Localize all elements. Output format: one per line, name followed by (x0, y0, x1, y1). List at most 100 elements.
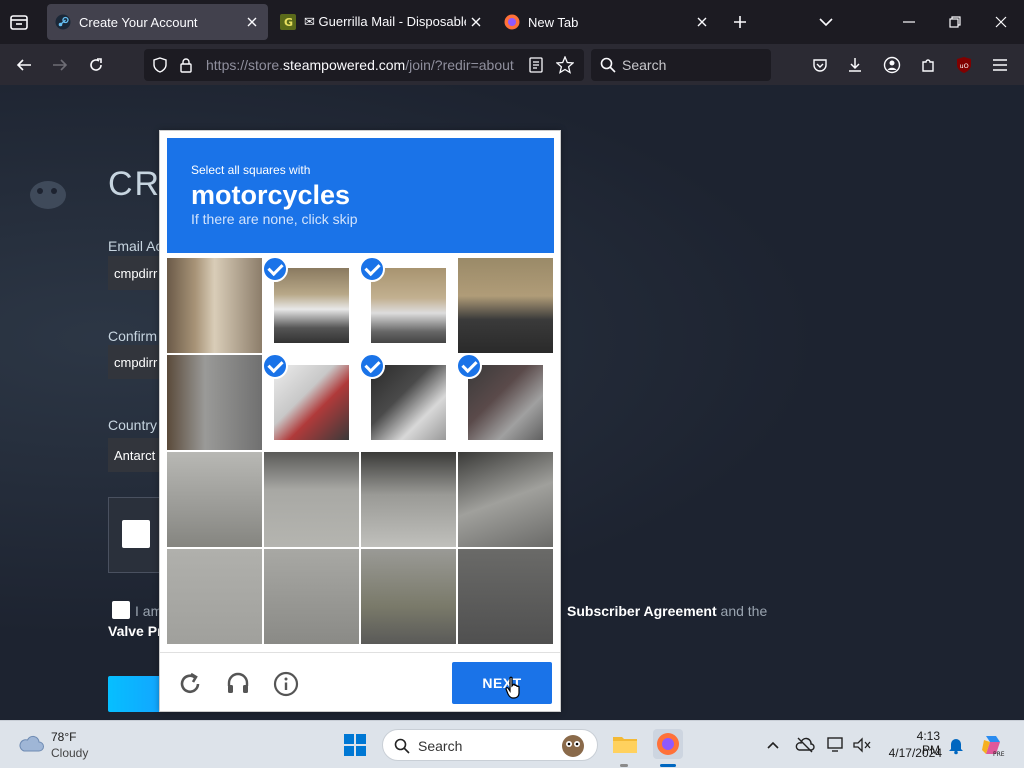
navigation-toolbar: https://store.steampowered.com/join/?red… (0, 44, 1024, 85)
ublock-origin-icon[interactable]: uO (952, 53, 976, 77)
tab-guerrilla-mail[interactable]: G ✉ Guerrilla Mail - Disposable Te (272, 4, 492, 40)
grid-tile-11[interactable] (458, 452, 553, 547)
grid-tile-4[interactable] (167, 355, 262, 450)
search-icon (600, 57, 616, 78)
hand-cursor-icon (505, 676, 521, 700)
clock-date[interactable]: 4/17/2024 (884, 746, 942, 760)
url-text[interactable]: https://store.steampowered.com/join/?red… (206, 57, 518, 73)
file-explorer-icon[interactable] (610, 729, 640, 759)
tab-list-icon[interactable] (8, 11, 30, 33)
agree-conjunction: and the (720, 603, 768, 619)
svg-text:PRE: PRE (993, 751, 1005, 758)
grid-tile-14[interactable] (361, 549, 456, 644)
network-volume-icon[interactable] (852, 735, 872, 755)
url-bar[interactable]: https://store.steampowered.com/join/?red… (144, 49, 584, 81)
grid-tile-0[interactable] (167, 258, 262, 353)
challenge-instruction: Select all squares with (191, 163, 311, 177)
menu-icon[interactable] (988, 53, 1012, 77)
grid-tile-6[interactable] (361, 355, 456, 450)
tab-title: New Tab (528, 14, 579, 30)
bookmark-star-icon[interactable] (555, 55, 575, 79)
page-title: CR (108, 165, 162, 203)
grid-tile-15[interactable] (458, 549, 553, 644)
grid-tile-1[interactable] (264, 258, 359, 353)
challenge-keyword: motorcycles (191, 180, 351, 210)
list-all-tabs-icon[interactable] (814, 10, 838, 34)
display-icon[interactable] (826, 735, 846, 755)
windows-taskbar: 78°F Cloudy Search 4:13 PM 4/17/2024 PRE (0, 720, 1024, 768)
firefox-taskbar-icon[interactable] (653, 729, 683, 759)
tab-title: ✉ Guerrilla Mail - Disposable Te (304, 14, 466, 29)
pocket-icon[interactable] (808, 53, 832, 77)
new-tab-icon[interactable] (728, 10, 752, 34)
grid-tile-5[interactable] (264, 355, 359, 450)
next-button[interactable]: NEXT (452, 662, 552, 704)
grid-tile-13[interactable] (264, 549, 359, 644)
agree-text-continued: Subscriber Agreement and the (567, 603, 767, 619)
reload-challenge-icon[interactable] (177, 671, 203, 697)
account-icon[interactable] (880, 53, 904, 77)
tab-new-tab[interactable]: New Tab (496, 4, 718, 40)
search-highlight-icon (559, 733, 587, 764)
weather-description[interactable]: Cloudy (51, 746, 88, 760)
email-label: Email Ac (108, 238, 163, 254)
reader-view-icon[interactable] (529, 57, 543, 78)
svg-text:G: G (284, 16, 293, 29)
guerrilla-mail-icon: G (280, 14, 296, 30)
country-label: Country (108, 417, 158, 433)
running-indicator (620, 764, 628, 767)
close-tab-icon[interactable] (242, 12, 262, 32)
shield-icon[interactable] (152, 57, 168, 78)
svg-text:uO: uO (960, 62, 969, 70)
grid-tile-12[interactable] (167, 549, 262, 644)
url-domain: steampowered.com (283, 57, 406, 73)
windows-start-icon[interactable] (344, 734, 366, 756)
reload-icon[interactable] (84, 53, 108, 77)
close-window-icon[interactable] (989, 10, 1013, 34)
grid-tile-10[interactable] (361, 452, 456, 547)
subscriber-agreement-link[interactable]: Subscriber Agreement (567, 603, 717, 619)
info-icon[interactable] (273, 671, 299, 697)
active-indicator (660, 764, 676, 767)
search-placeholder: Search (622, 57, 667, 73)
notification-bell-icon[interactable] (946, 735, 966, 755)
audio-challenge-icon[interactable] (225, 671, 251, 697)
steam-icon (55, 14, 71, 30)
grid-tile-8[interactable] (167, 452, 262, 547)
show-hidden-icons-icon[interactable] (763, 735, 783, 755)
lock-icon[interactable] (179, 57, 193, 78)
grid-tile-7[interactable] (458, 355, 553, 450)
grid-tile-3[interactable] (458, 258, 553, 353)
close-tab-icon[interactable] (466, 12, 486, 32)
challenge-header: Select all squares with motorcycles If t… (167, 138, 554, 253)
search-bar[interactable]: Search (591, 49, 771, 81)
background-creature-art (30, 181, 66, 209)
grid-tile-9[interactable] (264, 452, 359, 547)
valve-privacy-link[interactable]: Valve Pr (108, 623, 163, 639)
firefox-icon (504, 14, 520, 30)
confirm-email-label: Confirm (108, 328, 158, 344)
restore-icon[interactable] (943, 10, 967, 34)
url-prefix: https://store. (206, 57, 284, 73)
challenge-image-grid (167, 258, 554, 645)
tab-strip: Create Your Account G ✉ Guerrilla Mail -… (0, 0, 1024, 44)
search-icon (394, 738, 410, 759)
url-suffix: /join/?redir=about (405, 57, 514, 73)
onedrive-offline-icon[interactable] (795, 735, 815, 755)
grid-tile-2[interactable] (361, 258, 456, 353)
taskbar-search-box[interactable]: Search (382, 729, 598, 761)
recaptcha-challenge-popup: Select all squares with motorcycles If t… (159, 130, 561, 712)
cloud-icon[interactable] (18, 733, 44, 753)
copilot-icon[interactable]: PRE (980, 732, 1006, 758)
recaptcha-checkbox[interactable] (122, 520, 150, 548)
extensions-icon[interactable] (916, 53, 940, 77)
downloads-icon[interactable] (843, 53, 867, 77)
tab-create-account[interactable]: Create Your Account (47, 4, 268, 40)
back-icon[interactable] (12, 53, 36, 77)
close-tab-icon[interactable] (692, 12, 712, 32)
agree-checkbox[interactable] (112, 601, 130, 619)
weather-temperature[interactable]: 78°F (51, 730, 76, 744)
forward-icon[interactable] (48, 53, 72, 77)
challenge-footer: NEXT (160, 652, 560, 712)
minimize-icon[interactable] (897, 10, 921, 34)
